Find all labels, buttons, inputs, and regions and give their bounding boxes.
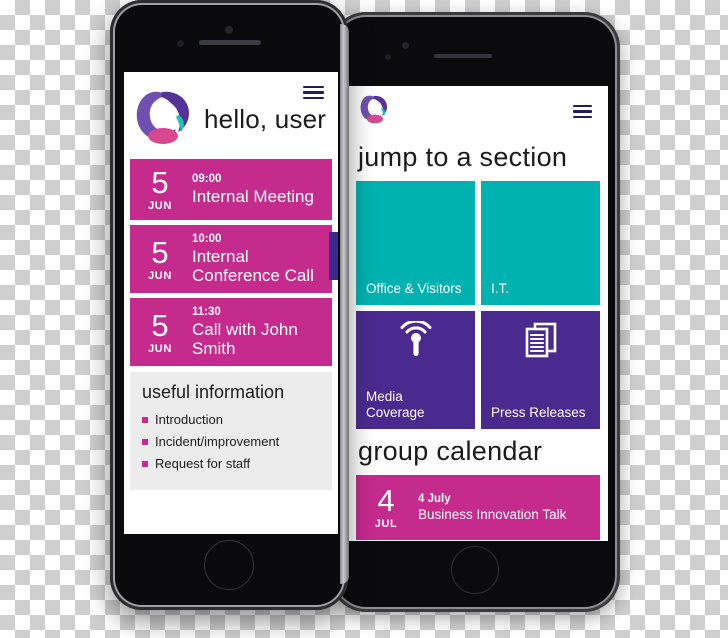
phone-device-front: hello, user 5 JUN 09:00 Internal Meeting…: [110, 0, 349, 610]
phone-front-screen: hello, user 5 JUN 09:00 Internal Meeting…: [124, 72, 338, 534]
event-day: 5: [151, 307, 169, 343]
adjacent-screen-peek: [329, 232, 338, 280]
event-month: JUN: [148, 269, 172, 282]
event-info: 11:30 Call with John Smith: [192, 306, 322, 358]
event-date: 5 JUN: [140, 310, 180, 355]
list-item-label: Request for staff: [155, 456, 251, 472]
event-month: JUL: [374, 518, 398, 530]
event-date: 4 JUL: [366, 485, 406, 530]
tile-office-visitors[interactable]: Office & Visitors: [356, 181, 475, 305]
phone-back-body: jump to a section Office & Visitors I.T.: [328, 12, 620, 612]
tile-it[interactable]: I.T.: [481, 181, 600, 305]
hamburger-menu-icon[interactable]: [569, 101, 596, 122]
event-date: 5 JUN: [140, 167, 180, 212]
tile-label: Media Coverage: [366, 388, 425, 420]
broadcast-antenna-icon: [395, 319, 437, 368]
useful-information-list: Introduction Incident/improvement Reques…: [142, 412, 320, 471]
brand-logo-icon[interactable]: [358, 94, 392, 129]
list-item[interactable]: Introduction: [142, 412, 320, 427]
greeting-text: hello, user: [204, 104, 327, 134]
phone-device-back: jump to a section Office & Visitors I.T.: [328, 12, 620, 612]
list-item-label: Introduction: [155, 412, 223, 428]
bullet-icon: [142, 416, 148, 423]
list-item[interactable]: Request for staff: [142, 456, 320, 471]
bullet-icon: [142, 438, 148, 445]
front-camera-icon: [225, 26, 233, 34]
bullet-icon: [142, 460, 148, 467]
tile-label: Press Releases: [491, 404, 586, 420]
event-day: 4: [377, 483, 395, 518]
event-date: 5 JUN: [140, 237, 180, 282]
event-month: JUN: [148, 342, 172, 355]
tile-media-coverage[interactable]: Media Coverage: [356, 311, 475, 429]
calendar-event-row[interactable]: 5 JUN 10:00 Internal Conference Call: [130, 225, 332, 294]
phone-front-body: hello, user 5 JUN 09:00 Internal Meeting…: [110, 0, 349, 610]
event-title: Call with John Smith: [192, 320, 298, 359]
brand-row-front: hello, user: [124, 88, 338, 159]
earpiece-speaker: [199, 40, 261, 45]
appbar-back: [348, 86, 608, 135]
tile-label: Office & Visitors: [366, 280, 462, 296]
app-front: hello, user 5 JUN 09:00 Internal Meeting…: [124, 72, 338, 534]
event-month: JUN: [148, 200, 172, 212]
event-info: 10:00 Internal Conference Call: [192, 233, 322, 285]
list-item[interactable]: Incident/improvement: [142, 434, 320, 449]
event-time: 11:30: [192, 306, 221, 319]
my-events-list: 5 JUN 09:00 Internal Meeting 5 JUN 10:00…: [130, 159, 332, 367]
calendar-event-row[interactable]: 5 JUN 11:30 Call with John Smith: [130, 298, 332, 367]
calendar-event-row[interactable]: 4 JUL 4 July Business Innovation Talk: [356, 475, 600, 540]
event-title: Internal Conference Call: [192, 247, 314, 286]
event-title: Internal Meeting: [192, 186, 314, 206]
list-item-label: Incident/improvement: [155, 434, 280, 450]
event-time: 10:00: [192, 233, 222, 245]
documents-stack-icon: [520, 321, 562, 368]
tile-press-releases[interactable]: Press Releases: [481, 311, 600, 429]
scene: jump to a section Office & Visitors I.T.: [0, 0, 728, 638]
front-camera-icon: [402, 42, 409, 49]
event-date-label: 4 July: [418, 492, 451, 505]
group-calendar-events: 4 JUL 4 July Business Innovation Talk: [356, 475, 600, 541]
brand-row-back: [358, 94, 392, 129]
back-content: jump to a section Office & Visitors I.T.: [348, 135, 608, 541]
useful-information-panel: useful information Introduction Incident…: [130, 372, 332, 491]
front-content: 5 JUN 09:00 Internal Meeting 5 JUN 10:00…: [124, 159, 338, 491]
proximity-sensor-icon: [177, 40, 184, 47]
event-info: 09:00 Internal Meeting: [192, 173, 314, 206]
jump-to-section-title: jump to a section: [358, 142, 568, 172]
brand-logo-icon[interactable]: [132, 88, 194, 151]
calendar-event-row[interactable]: 5 JUN 09:00 Internal Meeting: [130, 159, 332, 220]
section-tiles: Office & Visitors I.T. Media Coverage Pr…: [356, 181, 600, 429]
home-button[interactable]: [451, 546, 499, 594]
earpiece-speaker: [434, 54, 492, 58]
event-day: 5: [151, 165, 169, 200]
event-info: 4 July Business Innovation Talk: [418, 493, 566, 522]
proximity-sensor-icon: [385, 54, 391, 60]
home-button[interactable]: [204, 540, 254, 590]
event-time: 09:00: [192, 172, 222, 185]
group-calendar-title: group calendar: [358, 436, 543, 466]
app-back: jump to a section Office & Visitors I.T.: [348, 86, 608, 541]
phone-back-screen: jump to a section Office & Visitors I.T.: [348, 86, 608, 541]
event-title: Business Innovation Talk: [418, 506, 567, 522]
useful-information-heading: useful information: [142, 382, 285, 403]
event-day: 5: [151, 234, 169, 270]
phone-front-side-edge: [340, 24, 349, 584]
tile-label: I.T.: [491, 280, 510, 296]
